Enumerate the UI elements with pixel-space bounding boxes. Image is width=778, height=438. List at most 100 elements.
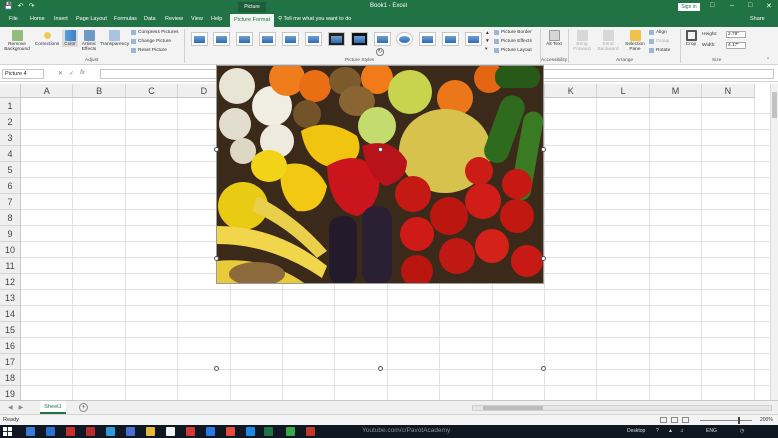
picture-style-3[interactable] [236,32,253,46]
row-header[interactable]: 2 [0,114,21,130]
column-header[interactable]: K [545,84,598,98]
selected-picture[interactable] [216,65,544,284]
transparency-button[interactable]: Transparency [100,30,129,47]
tab-file[interactable]: File [9,16,18,22]
artistic-effects-button[interactable]: Artistic Effects [80,30,98,52]
resize-handle-top-left[interactable] [214,147,219,152]
scroll-thumb[interactable] [483,406,543,410]
enter-icon[interactable]: ✓ [69,70,74,77]
sign-in-button[interactable]: Sign in [678,3,700,11]
tab-page-layout[interactable]: Page Layout [76,16,107,22]
picture-layout-button[interactable]: Picture Layout [494,48,532,53]
column-header[interactable]: C [125,84,179,98]
column-header[interactable]: M [649,84,703,98]
column-header[interactable]: L [597,84,650,98]
taskbar-app-icon[interactable] [46,427,55,436]
resize-handle-left[interactable] [214,256,219,261]
picture-effects-button[interactable]: Picture Effects [494,39,532,44]
picture-style-9[interactable] [374,32,391,46]
crop-button[interactable]: Crop [684,30,698,47]
share-button[interactable]: Share [750,16,765,22]
row-header[interactable]: 4 [0,146,21,162]
undo-icon[interactable]: ↶ [18,2,24,10]
bring-forward-button[interactable]: Bring Forward [572,30,592,52]
selection-pane-button[interactable]: Selection Pane [624,30,646,52]
zoom-level[interactable]: 200% [760,417,773,423]
picture-style-2[interactable] [213,32,230,46]
column-header[interactable]: N [702,84,755,98]
normal-view-icon[interactable] [660,417,667,423]
tab-picture-format[interactable]: Picture Format [230,14,275,27]
vertical-scrollbar[interactable] [770,84,778,400]
cancel-icon[interactable]: ✕ [58,70,63,77]
tab-insert[interactable]: Insert [54,16,68,22]
row-header[interactable]: 9 [0,226,21,242]
picture-style-6[interactable] [305,32,322,46]
picture-style-8[interactable] [351,32,368,46]
taskbar-app-icon[interactable] [226,427,235,436]
resize-handle-bottom[interactable] [378,366,383,371]
row-header[interactable]: 11 [0,258,21,274]
taskbar-app-icon[interactable] [126,427,135,436]
horizontal-scrollbar[interactable] [472,405,772,411]
page-break-view-icon[interactable] [682,417,689,423]
page-layout-view-icon[interactable] [671,417,678,423]
row-header[interactable]: 16 [0,338,21,354]
add-sheet-icon[interactable]: + [79,403,88,412]
redo-icon[interactable]: ↷ [29,2,35,10]
row-header[interactable]: 3 [0,130,21,146]
scroll-thumb[interactable] [772,92,777,118]
reset-picture-button[interactable]: Reset Picture [131,48,167,53]
ribbon-display-options-icon[interactable]: □ [710,2,714,9]
windows-start-icon[interactable] [3,427,12,436]
gallery-up-icon[interactable]: ▲ [485,31,490,36]
tab-view[interactable]: View [191,16,203,22]
row-header[interactable]: 15 [0,322,21,338]
desktop-toolbar[interactable]: Desktop [627,428,645,434]
row-header[interactable]: 1 [0,98,21,114]
picture-style-10[interactable] [396,32,413,46]
close-icon[interactable]: ✕ [766,2,772,10]
name-box[interactable]: Picture 4 [2,69,44,79]
taskbar-app-icon[interactable] [246,427,255,436]
change-picture-button[interactable]: Change Picture [131,39,171,44]
resize-handle-top[interactable] [378,147,383,152]
volume-icon[interactable]: ♫ [680,428,684,434]
tell-me-search[interactable]: ⚲ Tell me what you want to do [278,16,351,22]
prev-sheet-icon[interactable]: ◀ [8,404,13,411]
resize-handle-right[interactable] [541,256,546,261]
row-header[interactable]: 10 [0,242,21,258]
picture-style-7[interactable] [328,32,345,46]
picture-style-1[interactable] [191,32,208,46]
taskbar-app-icon[interactable] [86,427,95,436]
resize-handle-top-right[interactable] [541,147,546,152]
zoom-slider-knob[interactable] [738,417,740,424]
taskbar-excel-icon[interactable] [264,427,273,436]
rotate-button[interactable]: Rotate [649,48,670,53]
zoom-slider[interactable] [700,420,752,421]
taskbar-app-icon[interactable] [106,427,115,436]
tab-home[interactable]: Home [30,16,45,22]
row-header[interactable]: 17 [0,354,21,370]
row-header[interactable]: 7 [0,194,21,210]
picture-style-12[interactable] [442,32,459,46]
picture-style-13[interactable] [465,32,482,46]
taskbar-app-icon[interactable] [306,427,315,436]
picture-border-button[interactable]: Picture Border [494,30,532,35]
select-all-corner[interactable] [0,84,21,98]
resize-handle-bottom-right[interactable] [541,366,546,371]
rotate-handle-icon[interactable]: ↻ [376,48,384,56]
taskbar-app-icon[interactable] [186,427,195,436]
row-header[interactable]: 12 [0,274,21,290]
tab-formulas[interactable]: Formulas [114,16,137,22]
taskbar-app-icon[interactable] [206,427,215,436]
row-header[interactable]: 6 [0,178,21,194]
compress-pictures-button[interactable]: Compress Pictures [131,30,179,35]
tab-help[interactable]: Help [211,16,222,22]
taskbar-app-icon[interactable] [66,427,75,436]
tab-data[interactable]: Data [144,16,156,22]
maximize-icon[interactable]: □ [748,2,752,9]
column-header[interactable]: A [21,84,74,98]
send-backward-button[interactable]: Send Backward [596,30,620,52]
clock[interactable]: ◷ [740,428,744,434]
